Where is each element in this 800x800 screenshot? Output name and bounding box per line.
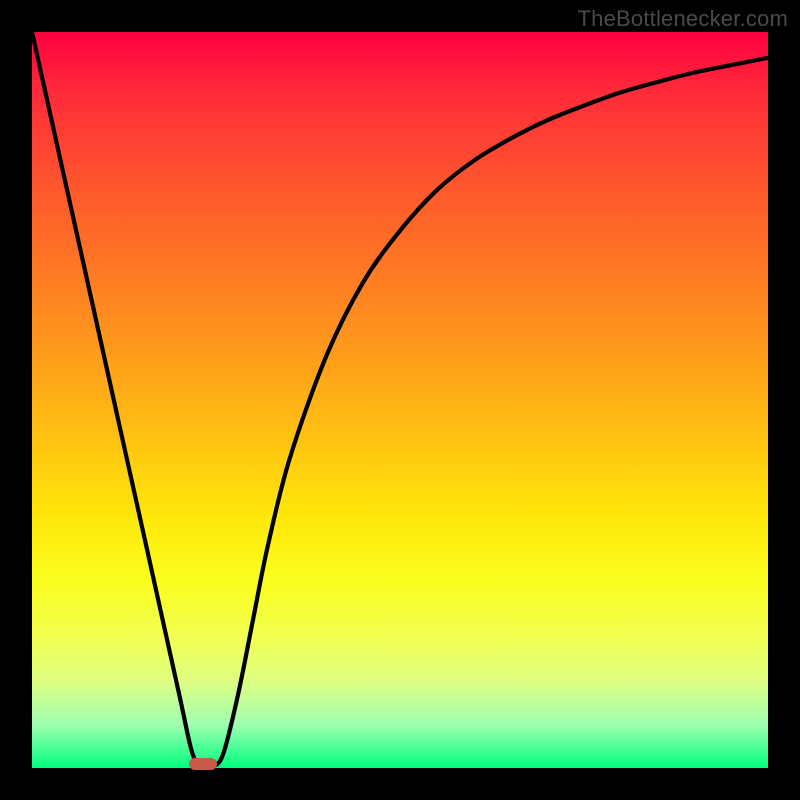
watermark-text: TheBottlenecker.com: [578, 6, 788, 32]
minimum-marker: [189, 758, 217, 770]
chart-frame: [32, 32, 768, 768]
bottleneck-curve: [32, 32, 768, 768]
chart-svg: [32, 32, 768, 768]
